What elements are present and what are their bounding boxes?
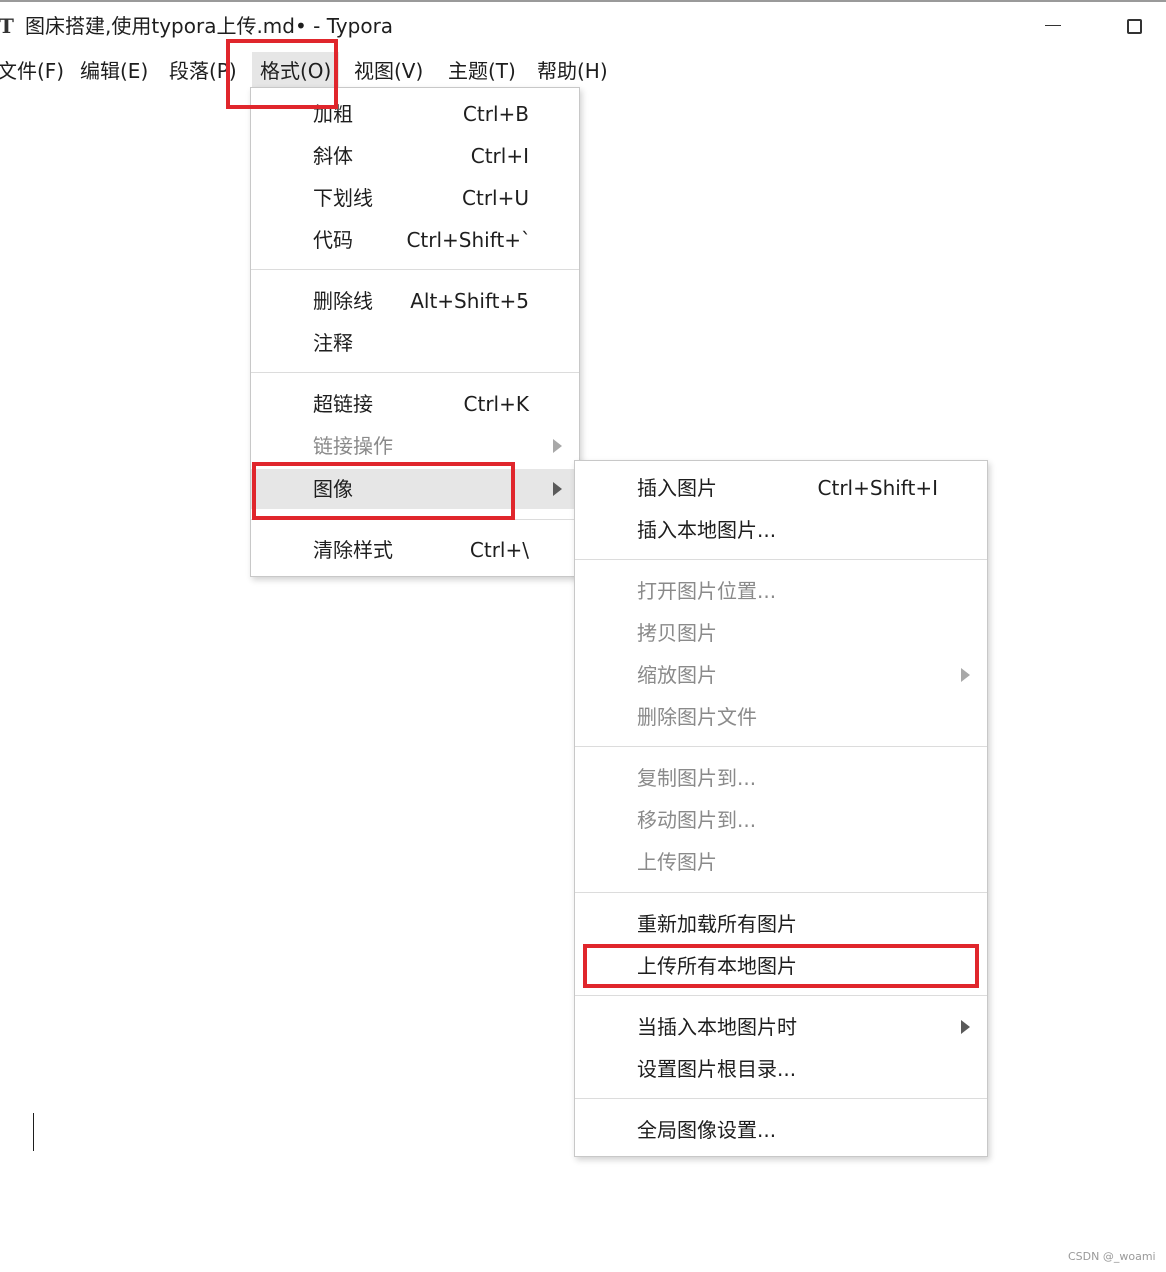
menu-item-label: 下划线 xyxy=(313,186,373,210)
menu-theme[interactable]: 主题(T) xyxy=(448,52,516,90)
menu-item-label: 清除样式 xyxy=(313,538,393,562)
submenu-item-copy-image-to[interactable]: 复制图片到... xyxy=(575,759,987,797)
shortcut-label: Alt+Shift+5 xyxy=(410,289,529,313)
title-bar: T 图床搭建,使用typora上传.md• - Typora xyxy=(0,6,1166,46)
menu-item-label: 复制图片到... xyxy=(637,766,757,790)
shortcut-label: Ctrl+\ xyxy=(469,538,529,562)
menu-item-label: 重新加载所有图片 xyxy=(637,912,797,936)
menu-item-label: 当插入本地图片时 xyxy=(637,1015,797,1039)
menu-item-label: 删除图片文件 xyxy=(637,705,757,729)
submenu-item-set-image-root[interactable]: 设置图片根目录... xyxy=(575,1050,987,1088)
submenu-item-insert-local-image[interactable]: 插入本地图片... xyxy=(575,511,987,549)
submenu-arrow-icon xyxy=(961,1020,970,1034)
submenu-arrow-icon xyxy=(553,439,562,453)
window-title: 图床搭建,使用typora上传.md• - Typora xyxy=(25,14,394,38)
menu-item-label: 打开图片位置... xyxy=(637,579,777,603)
menu-item-code[interactable]: 代码 Ctrl+Shift+` xyxy=(251,221,579,259)
menu-item-label: 超链接 xyxy=(313,392,373,416)
submenu-item-zoom-image[interactable]: 缩放图片 xyxy=(575,656,987,694)
menu-item-label: 移动图片到... xyxy=(637,808,757,832)
menu-item-strikethrough[interactable]: 删除线 Alt+Shift+5 xyxy=(251,282,579,320)
submenu-item-when-insert-local-image[interactable]: 当插入本地图片时 xyxy=(575,1008,987,1046)
submenu-item-open-image-location[interactable]: 打开图片位置... xyxy=(575,572,987,610)
menu-item-label: 斜体 xyxy=(313,144,353,168)
menu-separator xyxy=(575,559,987,560)
menu-edit[interactable]: 编辑(E) xyxy=(80,52,148,90)
shortcut-label: Ctrl+K xyxy=(463,392,529,416)
submenu-item-delete-image-file[interactable]: 删除图片文件 xyxy=(575,698,987,736)
menu-item-underline[interactable]: 下划线 Ctrl+U xyxy=(251,179,579,217)
menu-item-label: 注释 xyxy=(313,331,353,355)
shortcut-label: Ctrl+I xyxy=(470,144,529,168)
submenu-arrow-icon xyxy=(961,668,970,682)
menu-separator xyxy=(575,746,987,747)
submenu-item-insert-image[interactable]: 插入图片 Ctrl+Shift+I xyxy=(575,469,987,507)
highlight-box-upload-all-local-images xyxy=(583,944,979,988)
menu-item-clear-format[interactable]: 清除样式 Ctrl+\ xyxy=(251,531,579,569)
watermark: CSDN @_woami xyxy=(1068,1250,1156,1263)
menu-separator xyxy=(575,1098,987,1099)
menu-bar: 文件(F) 编辑(E) 段落(P) 格式(O) 视图(V) 主题(T) 帮助(H… xyxy=(0,52,1166,90)
window-top-border xyxy=(0,0,1166,2)
menu-separator xyxy=(251,372,579,373)
submenu-item-upload-image[interactable]: 上传图片 xyxy=(575,843,987,881)
menu-item-hyperlink[interactable]: 超链接 Ctrl+K xyxy=(251,385,579,423)
menu-item-label: 代码 xyxy=(313,228,353,252)
minimize-icon[interactable] xyxy=(1045,25,1061,26)
submenu-arrow-icon xyxy=(553,482,562,496)
submenu-item-global-image-settings[interactable]: 全局图像设置... xyxy=(575,1111,987,1149)
typora-app-icon: T xyxy=(0,14,14,38)
menu-item-label: 拷贝图片 xyxy=(637,621,717,645)
menu-item-comment[interactable]: 注释 xyxy=(251,324,579,362)
shortcut-label: Ctrl+U xyxy=(462,186,529,210)
menu-item-label: 上传图片 xyxy=(637,850,717,874)
image-submenu: 插入图片 Ctrl+Shift+I 插入本地图片... 打开图片位置... 拷贝… xyxy=(574,460,988,1157)
menu-item-label: 插入本地图片... xyxy=(637,518,777,542)
menu-item-italic[interactable]: 斜体 Ctrl+I xyxy=(251,137,579,175)
menu-item-label: 全局图像设置... xyxy=(637,1118,777,1142)
menu-separator xyxy=(575,892,987,893)
menu-item-label: 设置图片根目录... xyxy=(637,1057,797,1081)
menu-file[interactable]: 文件(F) xyxy=(0,52,64,90)
menu-item-label: 插入图片 xyxy=(637,476,717,500)
menu-separator xyxy=(575,995,987,996)
maximize-icon[interactable] xyxy=(1127,19,1142,34)
shortcut-label: Ctrl+Shift+` xyxy=(406,228,531,252)
shortcut-label: Ctrl+Shift+I xyxy=(817,476,938,500)
menu-item-link-actions[interactable]: 链接操作 xyxy=(251,427,579,465)
submenu-item-move-image-to[interactable]: 移动图片到... xyxy=(575,801,987,839)
highlight-box-image-item xyxy=(252,462,515,520)
menu-item-label: 链接操作 xyxy=(313,434,393,458)
menu-item-label: 缩放图片 xyxy=(637,663,717,687)
shortcut-label: Ctrl+B xyxy=(462,102,529,126)
submenu-item-copy-image[interactable]: 拷贝图片 xyxy=(575,614,987,652)
menu-view[interactable]: 视图(V) xyxy=(354,52,423,90)
menu-item-label: 删除线 xyxy=(313,289,373,313)
text-cursor xyxy=(33,1113,34,1151)
highlight-box-format-menu xyxy=(226,39,338,109)
menu-help[interactable]: 帮助(H) xyxy=(537,52,608,90)
submenu-item-reload-all-images[interactable]: 重新加载所有图片 xyxy=(575,905,987,943)
menu-separator xyxy=(251,269,579,270)
